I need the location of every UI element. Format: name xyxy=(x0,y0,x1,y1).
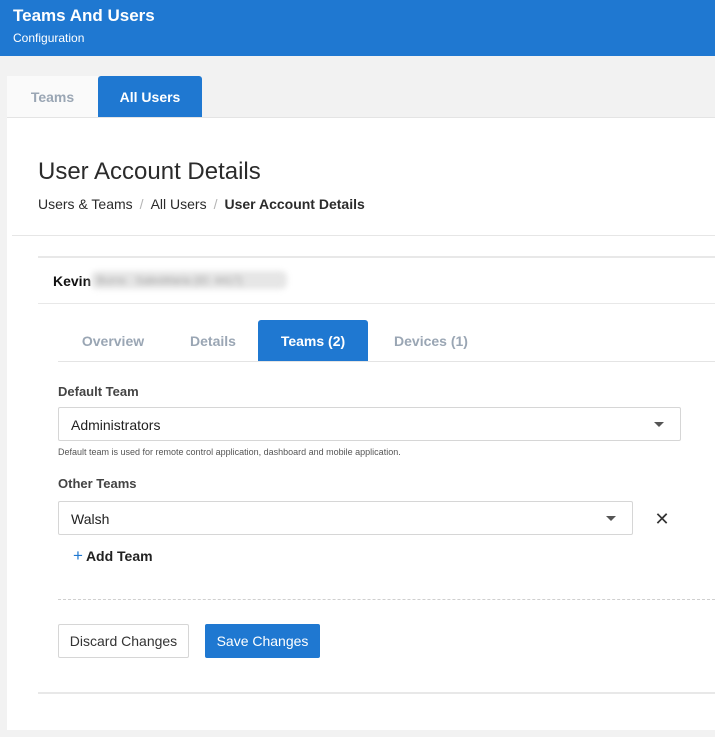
breadcrumb-separator: / xyxy=(139,196,144,212)
breadcrumb-current: User Account Details xyxy=(224,196,365,212)
add-team-button[interactable]: + Add Team xyxy=(73,546,153,566)
breadcrumb-all-users[interactable]: All Users xyxy=(151,196,207,212)
close-icon[interactable]: ✕ xyxy=(652,509,672,529)
app-subtitle: Configuration xyxy=(13,31,85,45)
save-changes-button[interactable]: Save Changes xyxy=(205,624,320,658)
dashed-divider xyxy=(58,599,715,600)
user-header: Kevin Burns · SalesMaria (ID: 4417) xyxy=(38,256,715,304)
tab-all-users[interactable]: All Users xyxy=(98,76,202,117)
tab-overview[interactable]: Overview xyxy=(58,320,168,361)
redacted-user-info: Burns · SalesMaria (ID: 4417) xyxy=(91,271,287,289)
default-team-select[interactable]: Administrators xyxy=(58,407,681,441)
default-team-hint: Default team is used for remote control … xyxy=(58,447,401,457)
divider xyxy=(12,235,715,236)
main-panel: User Account Details Users & Teams / All U… xyxy=(7,117,715,730)
page-title: User Account Details xyxy=(38,158,261,185)
tab-teams[interactable]: Teams xyxy=(7,76,98,117)
user-first-name: Kevin xyxy=(53,273,92,289)
other-team-select[interactable]: Walsh xyxy=(58,501,633,535)
other-team-value: Walsh xyxy=(71,511,110,527)
discard-changes-button[interactable]: Discard Changes xyxy=(58,624,189,658)
app-header: Teams And Users Configuration xyxy=(0,0,715,56)
app-title: Teams And Users xyxy=(13,6,155,25)
tab-teams-count[interactable]: Teams (2) xyxy=(258,320,368,361)
default-team-value: Administrators xyxy=(71,417,161,433)
bottom-divider xyxy=(38,692,715,694)
plus-icon: + xyxy=(73,546,83,565)
user-sub-tab-bar: Overview Details Teams (2) Devices (1) xyxy=(58,320,715,362)
other-teams-label: Other Teams xyxy=(58,476,137,491)
add-team-label: Add Team xyxy=(85,548,153,564)
caret-down-icon xyxy=(654,422,664,427)
breadcrumb: Users & Teams / All Users / User Account Det… xyxy=(38,196,365,212)
caret-down-icon xyxy=(606,516,616,521)
breadcrumb-users-teams[interactable]: Users & Teams xyxy=(38,196,133,212)
breadcrumb-separator: / xyxy=(213,196,218,212)
redacted-text: Burns · SalesMaria (ID: 4417) xyxy=(97,275,243,287)
default-team-label: Default Team xyxy=(58,384,139,399)
tab-devices[interactable]: Devices (1) xyxy=(368,320,494,361)
tab-details[interactable]: Details xyxy=(168,320,258,361)
